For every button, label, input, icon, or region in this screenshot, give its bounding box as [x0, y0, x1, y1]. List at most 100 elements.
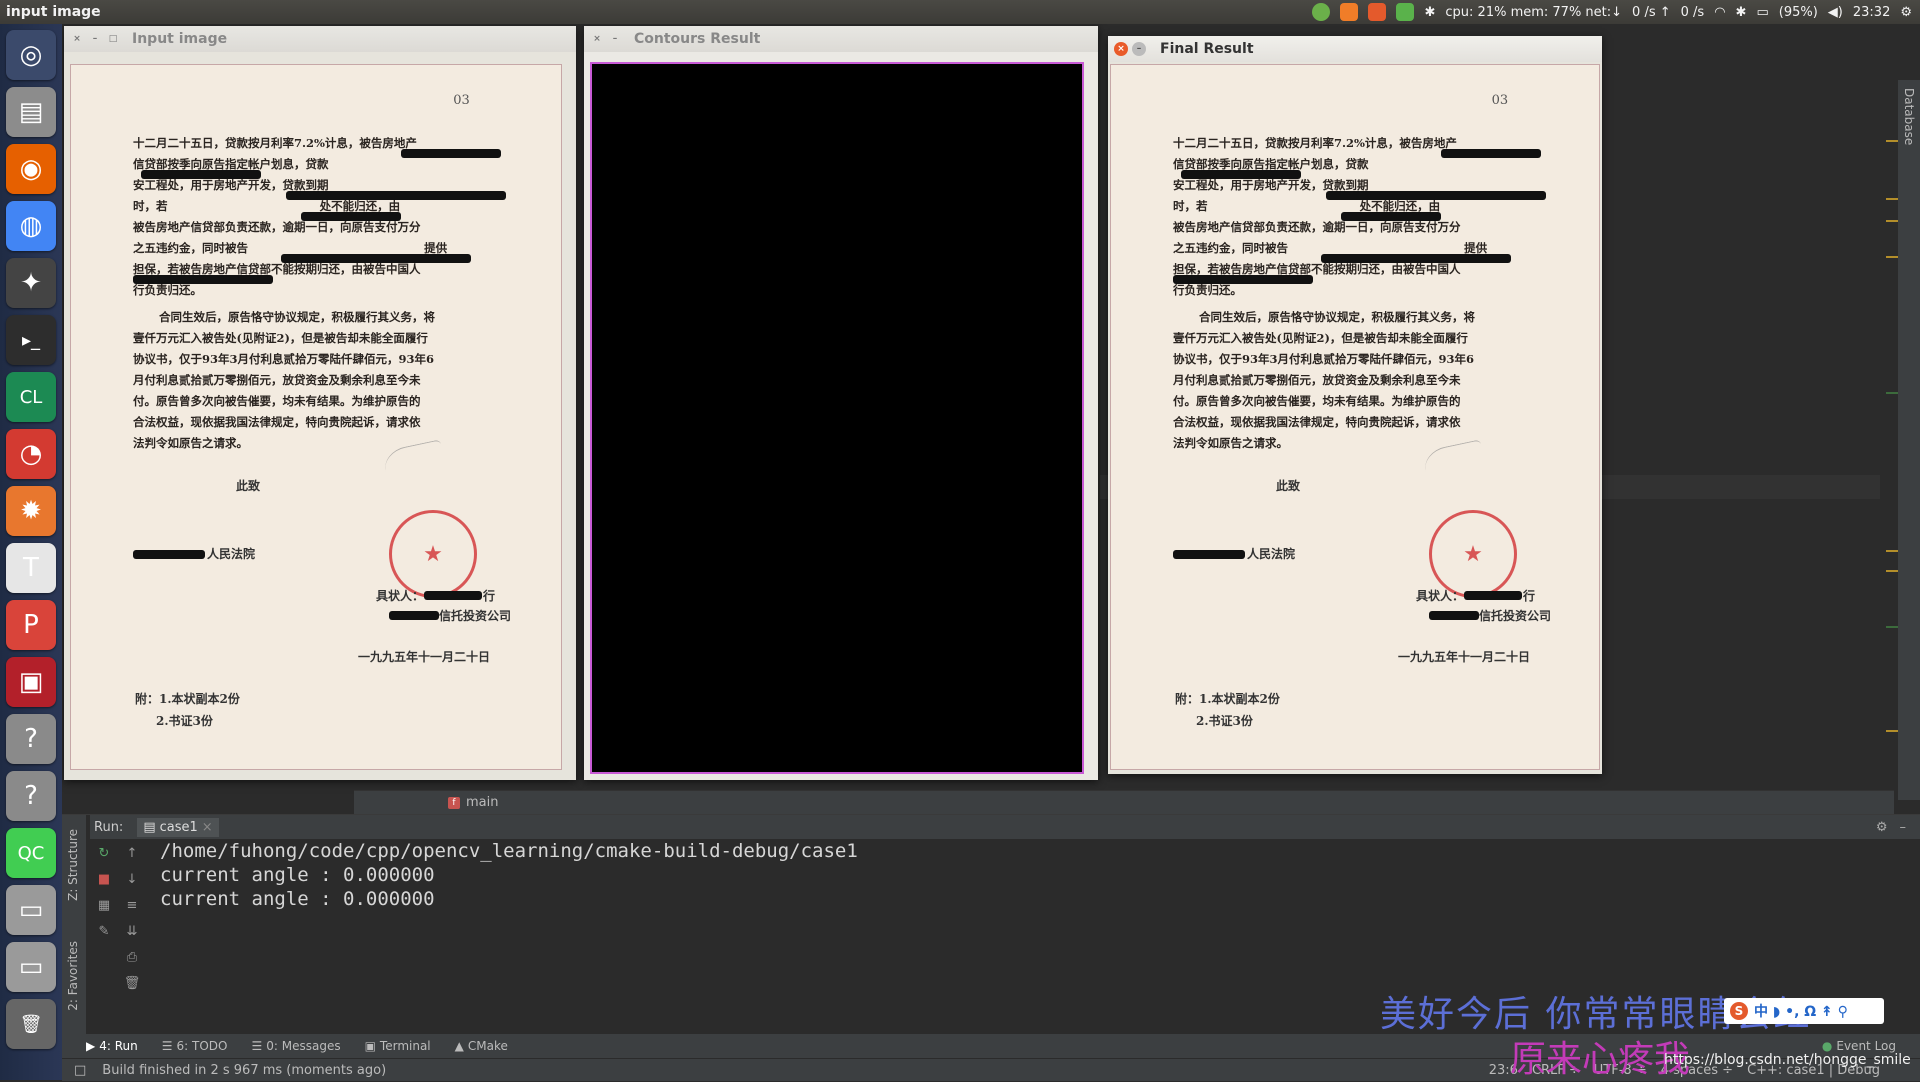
redaction-bar — [141, 170, 261, 179]
redaction-bar — [281, 254, 471, 263]
tab-todo[interactable]: ☰ 6: TODO — [162, 1039, 228, 1053]
contours-result-window[interactable]: × – Contours Result — [584, 26, 1098, 780]
document-text-line: 行负责归还。 — [1173, 283, 1242, 297]
ime-toolbar[interactable]: S 中 ◗ •, Ω ↟ ⚲ — [1724, 998, 1884, 1024]
drive-icon-1[interactable]: ▭ — [6, 885, 56, 935]
run-config-tab[interactable]: ▤ case1 × — [137, 817, 219, 837]
structure-tool-tab[interactable]: Z: Structure — [66, 829, 80, 901]
final-result-window[interactable]: × – Final Result 03 十二月二十五日，贷款按月利率7.2%计息，… — [1108, 36, 1602, 774]
arrow-up-icon[interactable]: ↑ — [122, 843, 142, 863]
document-text-line: 月付利息贰拾贰万零捌佰元，放贷资金及剩余利息至今未 — [1173, 373, 1461, 387]
event-log-button[interactable]: ● Event Log — [1822, 1039, 1896, 1053]
status-square-icon[interactable]: □ — [74, 1063, 86, 1078]
sysmon-text: cpu: 21% mem: 77% net:↓ — [1445, 4, 1623, 20]
qtcreator-icon[interactable]: QC — [6, 828, 56, 878]
terminal-icon[interactable]: ▸_ — [6, 315, 56, 365]
bluetooth-icon-2[interactable]: ✱ — [1736, 5, 1747, 20]
redaction-bar — [1321, 254, 1511, 263]
trash-icon[interactable]: 🗑 — [6, 999, 56, 1049]
close-icon[interactable]: × — [1114, 42, 1128, 56]
document-image: 03 十二月二十五日，贷款按月利率7.2%计息，被告房地产 信贷部按季向原告指定帐户… — [70, 64, 562, 770]
gear-icon[interactable]: ⚙ — [1876, 820, 1888, 835]
console-output[interactable]: /home/fuhong/code/cpp/opencv_learning/cm… — [160, 839, 858, 911]
close-icon[interactable]: × — [202, 820, 213, 835]
sogou-s-tray-icon[interactable] — [1368, 3, 1387, 21]
breadcrumb-item[interactable]: main — [466, 795, 498, 810]
unknown-app-icon-1[interactable]: ? — [6, 714, 56, 764]
event-log-icon: ● — [1821, 1039, 1833, 1053]
document-text-line: 协议书，仅于93年3月付利息贰拾万零陆仟肆佰元，93年6 — [133, 352, 435, 366]
scroll-to-end-icon[interactable]: ⇊ — [122, 921, 142, 941]
input-image-window[interactable]: × – □ Input image 03 十二月二十五日，贷款按月利率7.2%计息… — [64, 26, 576, 780]
netease-music-icon[interactable]: ◔ — [6, 429, 56, 479]
screen-record-icon[interactable]: ▣ — [6, 657, 56, 707]
breadcrumb[interactable]: f main — [448, 795, 498, 810]
redaction-bar — [1429, 611, 1479, 620]
tab-cmake[interactable]: ▲ CMake — [455, 1039, 508, 1053]
volume-icon[interactable]: ◀) — [1828, 5, 1843, 20]
maximize-icon[interactable]: □ — [106, 32, 120, 46]
gutter-mark[interactable] — [1886, 256, 1898, 258]
sogou-tray-icon[interactable] — [1340, 3, 1359, 21]
redaction-bar — [1173, 275, 1313, 284]
clion-icon[interactable]: CL — [6, 372, 56, 422]
hide-icon[interactable]: – — [1900, 820, 1907, 835]
database-tool-tab[interactable]: Database — [1902, 88, 1916, 145]
gutter-mark[interactable] — [1886, 550, 1898, 552]
soft-wrap-icon[interactable]: ≡ — [122, 895, 142, 915]
files-icon[interactable]: ▤ — [6, 87, 56, 137]
minimize-icon[interactable]: – — [88, 32, 102, 46]
minimize-icon[interactable]: – — [608, 32, 622, 46]
bluetooth-icon[interactable]: ✱ — [1424, 5, 1435, 20]
gear-icon[interactable]: ⚙ — [1900, 5, 1912, 20]
ubuntu-dash-icon[interactable]: ◎ — [6, 30, 56, 80]
print-icon[interactable]: ⎙ — [122, 947, 142, 967]
handwritten-note — [1421, 439, 1491, 502]
document-text-line: 合法权益，现依据我国法律规定，特向贵院起诉，请求依 — [1173, 415, 1461, 429]
rerun-icon[interactable]: ↻ — [94, 843, 114, 863]
send-tray-icon[interactable] — [1396, 3, 1415, 21]
window-titlebar[interactable]: × – □ Input image — [64, 26, 576, 52]
favorites-tool-tab[interactable]: 2: Favorites — [66, 941, 80, 1011]
wifi-icon[interactable]: ◠ — [1714, 5, 1725, 20]
document-date: 一九九五年十一月二十日 — [1398, 650, 1531, 664]
close-icon[interactable]: × — [590, 32, 604, 46]
unknown-app-icon-2[interactable]: ? — [6, 771, 56, 821]
java-ide-icon[interactable]: ✦ — [6, 258, 56, 308]
clock[interactable]: 23:32 — [1853, 5, 1890, 20]
gutter-mark[interactable] — [1886, 392, 1898, 394]
tab-run[interactable]: ▶ 4: Run — [86, 1039, 138, 1053]
close-icon[interactable]: × — [70, 32, 84, 46]
gutter-mark[interactable] — [1886, 730, 1898, 732]
minimize-icon[interactable]: – — [1132, 42, 1146, 56]
settings-icon[interactable]: ✹ — [6, 486, 56, 536]
pin-icon[interactable]: ✎ — [94, 921, 114, 941]
run-header: Run: ▤ case1 × ⚙ – — [90, 815, 1920, 839]
sogou-icon[interactable]: S — [1730, 1002, 1748, 1020]
window-titlebar[interactable]: × – Contours Result — [584, 26, 1098, 52]
wps-presentation-icon[interactable]: P — [6, 600, 56, 650]
stop-icon[interactable]: ■ — [94, 869, 114, 889]
redaction-bar — [1464, 591, 1522, 600]
gutter-mark[interactable] — [1886, 626, 1898, 628]
gutter-mark[interactable] — [1886, 198, 1898, 200]
firefox-icon[interactable]: ◉ — [6, 144, 56, 194]
gutter-mark[interactable] — [1886, 220, 1898, 222]
chrome-icon[interactable]: ◍ — [6, 201, 56, 251]
window-titlebar[interactable]: × – Final Result — [1108, 36, 1602, 62]
signatory-company: 信托投资公司 — [1479, 609, 1552, 623]
wechat-tray-icon[interactable] — [1312, 3, 1331, 21]
battery-icon[interactable]: ▭ — [1756, 5, 1768, 20]
tab-messages[interactable]: ☰ 0: Messages — [251, 1039, 340, 1053]
typora-icon[interactable]: T — [6, 543, 56, 593]
attachment-1: 附：1.本状副本2份 — [135, 692, 240, 706]
drive-icon-2[interactable]: ▭ — [6, 942, 56, 992]
tab-terminal[interactable]: ▣ Terminal — [365, 1039, 431, 1053]
layout-icon[interactable]: ▦ — [94, 895, 114, 915]
gutter-mark[interactable] — [1886, 140, 1898, 142]
trash-icon[interactable]: 🗑 — [122, 973, 142, 993]
redaction-bar — [424, 591, 482, 600]
arrow-down-icon[interactable]: ↓ — [122, 869, 142, 889]
ime-status[interactable]: 中 ◗ •, Ω ↟ ⚲ — [1754, 1001, 1848, 1021]
gutter-mark[interactable] — [1886, 570, 1898, 572]
